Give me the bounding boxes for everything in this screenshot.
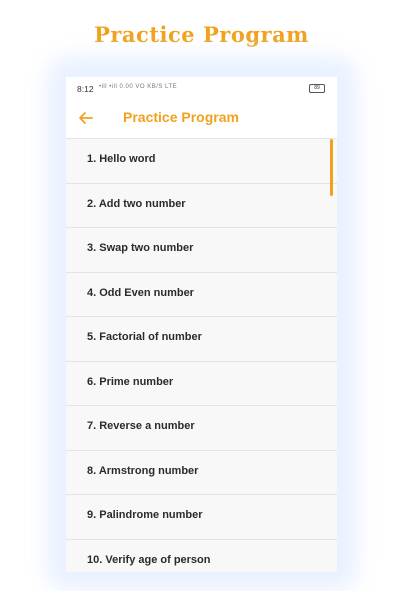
list-item[interactable]: 10. Verify age of person: [66, 539, 337, 572]
list-item-label: 8. Armstrong number: [87, 464, 199, 477]
list-item[interactable]: 4. Odd Even number: [66, 272, 337, 317]
list-item-label: 6. Prime number: [87, 375, 174, 388]
list-item[interactable]: 9. Palindrome number: [66, 495, 337, 540]
battery-icon: 89: [309, 84, 325, 93]
list-item-label: 4. Odd Even number: [87, 286, 194, 299]
list-item-label: 9. Palindrome number: [87, 509, 203, 521]
phone-screen: 8:12 •ill •ill 0.00 VO KB/S LTE 89 Pract…: [66, 77, 337, 572]
list-item[interactable]: 7. Reverse a number: [66, 406, 337, 451]
list-item-label: 7. Reverse a number: [87, 420, 195, 432]
list-item[interactable]: 2. Add two number: [66, 183, 337, 228]
list-item-label: 3. Swap two number: [87, 242, 194, 254]
list-item[interactable]: 6. Prime number: [66, 361, 337, 406]
signal-icons: •ill •ill 0.00 VO KB/S LTE: [99, 84, 178, 90]
list-item-label: 1. Hello word: [87, 153, 156, 165]
list-item[interactable]: 1. Hello word: [66, 139, 337, 184]
list-item[interactable]: 8. Armstrong number: [66, 450, 337, 495]
status-bar: 8:12 •ill •ill 0.00 VO KB/S LTE 89: [66, 77, 337, 99]
list-item-label: 10. Verify age of person: [87, 553, 211, 566]
arrow-left-icon[interactable]: [76, 108, 96, 128]
list-item-label: 5. Factorial of number: [87, 331, 202, 343]
promo-title: Practice Program: [94, 22, 309, 47]
app-bar: Practice Program: [66, 99, 337, 139]
app-bar-title: Practice Program: [123, 109, 239, 125]
list-item[interactable]: 5. Factorial of number: [66, 317, 337, 362]
scrollbar[interactable]: [330, 139, 333, 196]
list-item-label: 2. Add two number: [87, 197, 186, 210]
program-list: 1. Hello word 2. Add two number 3. Swap …: [66, 139, 337, 572]
status-time: 8:12: [77, 84, 94, 94]
list-item[interactable]: 3. Swap two number: [66, 228, 337, 273]
